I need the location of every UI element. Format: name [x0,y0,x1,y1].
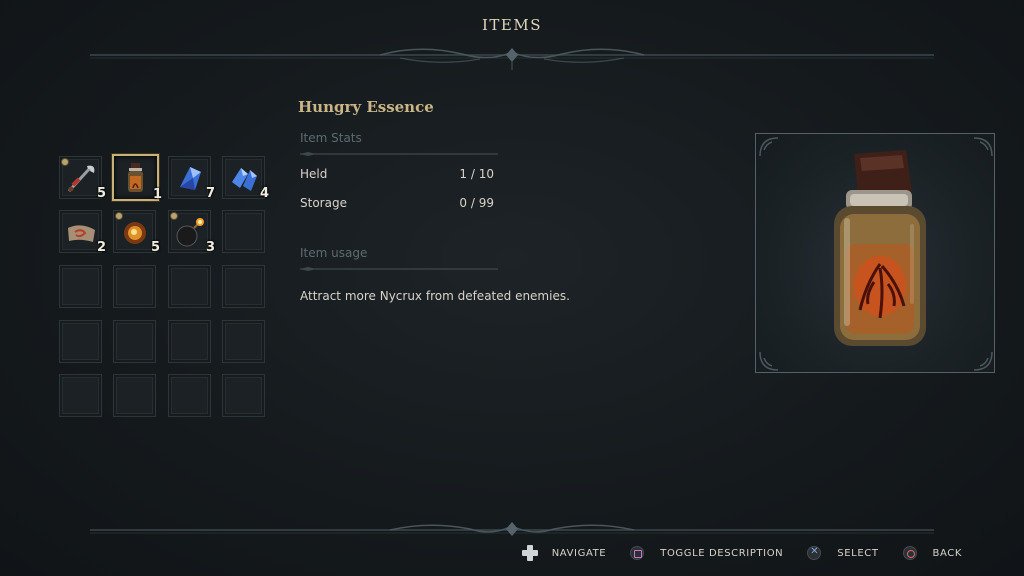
stat-label: Storage [300,196,347,210]
hint-label: TOGGLE DESCRIPTION [660,547,784,559]
stat-label: Held [300,167,328,181]
stat-value: 1 / 10 [459,167,494,181]
item-count: 1 [152,187,162,202]
blue-crystal-shard-icon [180,167,201,190]
hint-label: BACK [932,547,962,559]
inventory-slot-empty[interactable] [168,320,211,363]
equipped-badge-icon [170,212,178,220]
fire-orb-icon [124,222,146,244]
inventory-slot-empty[interactable] [59,320,102,363]
hint-label: SELECT [837,547,879,559]
item-count: 4 [259,186,269,201]
stat-value: 0 / 99 [459,196,494,210]
inventory-slot-scroll-sigil[interactable]: 2 [59,210,106,255]
inventory-slot-empty[interactable] [59,374,102,417]
item-usage-label: Item usage [300,246,368,260]
blue-crystal-cluster-icon [232,168,257,191]
cross-button-icon [807,546,822,560]
inventory-slot-hungry-essence[interactable]: 1 [112,154,162,202]
hungry-essence-jar-icon [759,137,993,371]
item-count: 7 [205,186,215,201]
stat-row-storage: Storage 0 / 99 [300,196,494,210]
hint-toggle-description[interactable]: TOGGLE DESCRIPTION [630,546,783,560]
equipped-badge-icon [115,212,123,220]
square-button-icon [630,546,645,560]
circle-button-icon [902,546,917,560]
item-count: 5 [96,186,106,201]
dpad-icon [521,545,538,561]
hint-select[interactable]: SELECT [807,546,878,560]
item-count: 5 [150,240,160,255]
inventory-slot-bomb[interactable]: 3 [168,210,215,255]
item-stats-label: Item Stats [300,131,362,145]
bomb-icon [176,218,204,247]
header-ornament [90,48,934,70]
hook-weapon-icon [67,165,95,193]
section-divider [300,267,498,271]
inventory-slot-empty[interactable] [222,210,265,253]
inventory-slot-empty[interactable] [222,320,265,363]
item-preview-frame [755,133,995,373]
inventory-slot-empty[interactable] [113,320,156,363]
hint-label: NAVIGATE [551,547,607,559]
page-title: ITEMS [481,16,542,34]
stat-row-held: Held 1 / 10 [300,167,494,181]
section-divider [300,152,498,156]
inventory-slot-fire-orb[interactable]: 5 [113,210,160,255]
inventory-slot-empty[interactable] [59,265,102,308]
hint-navigate[interactable]: NAVIGATE [521,545,607,561]
hungry-essence-jar-icon [128,163,143,192]
equipped-badge-icon [61,158,69,166]
item-name-heading: Hungry Essence [298,98,434,116]
control-hints-bar: NAVIGATE TOGGLE DESCRIPTION SELECT BACK [498,545,962,561]
inventory-slot-empty[interactable] [168,374,211,417]
inventory-grid: 5 1 7 4 2 5 3 [57,154,269,419]
inventory-slot-hook-weapon[interactable]: 5 [59,156,106,201]
inventory-slot-blue-crystal-shard[interactable]: 7 [168,156,215,201]
hint-back[interactable]: BACK [902,546,962,560]
footer-ornament [90,522,934,536]
inventory-slot-blue-crystal-cluster[interactable]: 4 [222,156,269,201]
inventory-slot-empty[interactable] [222,265,265,308]
inventory-slot-empty[interactable] [168,265,211,308]
scroll-sigil-icon [68,225,95,242]
item-usage-description: Attract more Nycrux from defeated enemie… [300,289,570,303]
inventory-slot-empty[interactable] [222,374,265,417]
inventory-slot-empty[interactable] [113,374,156,417]
item-count: 2 [96,240,106,255]
inventory-slot-empty[interactable] [113,265,156,308]
item-count: 3 [205,240,215,255]
